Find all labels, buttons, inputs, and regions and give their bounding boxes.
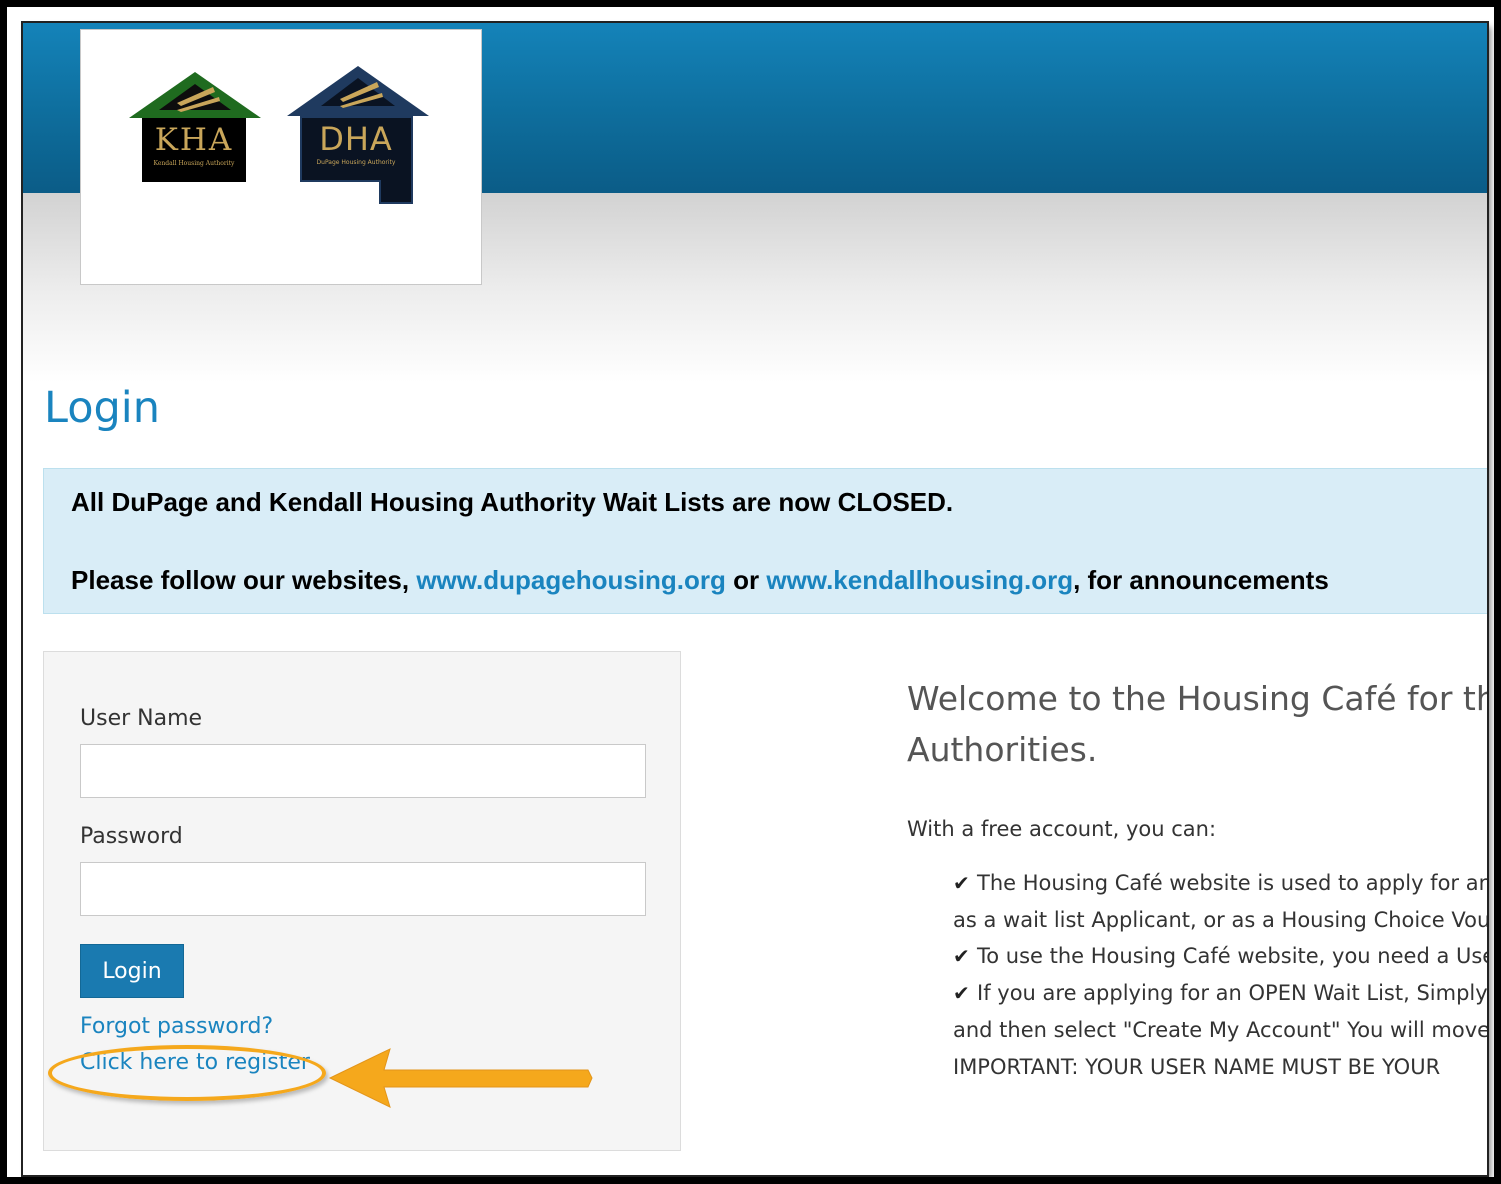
alert-follow-suffix: , for announcements [1073,565,1329,595]
bullet-item: ✔ To use the Housing Café website, you ne… [953,944,1487,968]
logo-container: KHA Kendall Housing Authority DHA DuPage… [80,29,482,285]
forgot-password-link[interactable]: Forgot password? [80,1014,273,1039]
username-input[interactable] [80,744,646,798]
screenshot-frame: KHA Kendall Housing Authority DHA DuPage… [0,0,1501,1184]
login-button[interactable]: Login [80,944,184,998]
kendall-housing-link[interactable]: www.kendallhousing.org [766,565,1073,595]
username-label: User Name [80,706,203,731]
bullet-text: If you are applying for an OPEN Wait Lis… [977,981,1487,1005]
svg-text:DuPage Housing Authority: DuPage Housing Authority [317,159,396,166]
register-highlight-ellipse [48,1045,326,1101]
page-title: Login [44,383,161,433]
bullet-text: To use the Housing Café website, you nee… [977,944,1487,968]
page: KHA Kendall Housing Authority DHA DuPage… [23,23,1487,1175]
bullet-item: ✔ If you are applying for an OPEN Wait Li… [953,981,1487,1005]
svg-text:Kendall Housing Authority: Kendall Housing Authority [154,160,236,167]
announcement-alert: All DuPage and Kendall Housing Authority… [43,468,1487,614]
checkmark-icon: ✔ [953,944,970,968]
checkmark-icon: ✔ [953,981,970,1005]
checkmark-icon: ✔ [953,871,970,895]
alert-follow-text: Please follow our websites, www.dupageho… [71,565,1329,596]
alert-follow-prefix: Please follow our websites, [71,565,417,595]
password-label: Password [80,824,183,849]
welcome-subhead: With a free account, you can: [907,817,1217,841]
dha-logo: DHA DuPage Housing Authority [287,66,429,204]
dupage-housing-link[interactable]: www.dupagehousing.org [416,565,726,595]
alert-closed-text: All DuPage and Kendall Housing Authority… [71,487,954,517]
bullet-item: ✔ The Housing Café website is used to app… [953,871,1487,895]
alert-follow-mid: or [725,565,767,595]
bullet-continuation: and then select "Create My Account" You … [953,1018,1487,1042]
bullet-text: The Housing Café website is used to appl… [977,871,1487,895]
pointer-arrow-icon [328,1048,593,1108]
svg-text:KHA: KHA [155,122,234,158]
bullet-continuation: as a wait list Applicant, or as a Housin… [953,908,1487,932]
svg-text:DHA: DHA [319,120,393,158]
password-input[interactable] [80,862,646,916]
bullet-continuation: IMPORTANT: YOUR USER NAME MUST BE YOUR [953,1055,1441,1079]
welcome-heading: Welcome to the Housing Café for the Auth… [907,679,1487,769]
kha-logo: KHA Kendall Housing Authority [129,72,261,182]
